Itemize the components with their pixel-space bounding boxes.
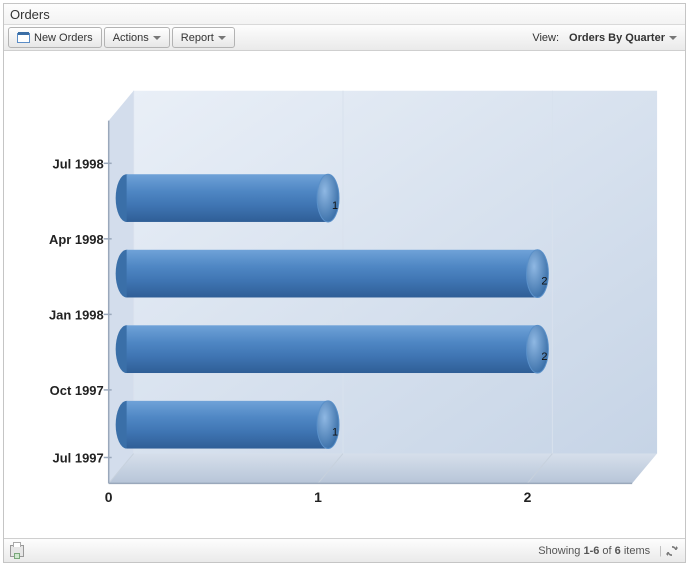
svg-text:1: 1	[332, 200, 338, 212]
new-orders-label: New Orders	[34, 32, 93, 44]
chart-area: Jul 1998 Apr 1998 Jan 1998 Oct 1997 Jul …	[4, 51, 685, 538]
svg-text:0: 0	[105, 489, 113, 505]
view-selected-label: Orders By Quarter	[569, 32, 665, 44]
actions-button[interactable]: Actions	[104, 27, 170, 48]
svg-text:Jul 1997: Jul 1997	[53, 450, 104, 465]
refresh-icon[interactable]	[665, 544, 679, 558]
bar-oct-1997: 1	[116, 401, 339, 449]
svg-text:1: 1	[332, 427, 338, 439]
chevron-down-icon	[218, 36, 226, 40]
printer-icon[interactable]	[10, 545, 24, 557]
svg-text:2: 2	[524, 489, 532, 505]
view-label: View:	[532, 32, 559, 44]
plot-floor	[109, 454, 657, 484]
bar-apr-1998: 2	[116, 250, 549, 298]
chevron-down-icon	[153, 36, 161, 40]
report-button[interactable]: Report	[172, 27, 235, 48]
new-record-icon	[17, 33, 30, 43]
actions-label: Actions	[113, 32, 149, 44]
svg-text:Jan 1998: Jan 1998	[49, 307, 104, 322]
y-tick-labels: Jul 1998 Apr 1998 Jan 1998 Oct 1997 Jul …	[49, 156, 104, 465]
svg-text:2: 2	[541, 276, 547, 288]
view-selector[interactable]: Orders By Quarter	[565, 32, 681, 44]
panel-title: Orders	[4, 4, 685, 24]
svg-text:Apr 1998: Apr 1998	[49, 232, 104, 247]
new-orders-button[interactable]: New Orders	[8, 27, 102, 48]
separator: |	[659, 545, 662, 557]
bar-jul-1998: 1	[116, 174, 339, 222]
svg-text:Jul 1998: Jul 1998	[53, 156, 104, 171]
bar-jan-1998: 2	[116, 325, 549, 373]
orders-bar-chart: Jul 1998 Apr 1998 Jan 1998 Oct 1997 Jul …	[4, 51, 685, 538]
svg-text:Oct 1997: Oct 1997	[50, 383, 104, 398]
toolbar: New Orders Actions Report View: Orders B…	[4, 24, 685, 51]
svg-text:2: 2	[541, 351, 547, 363]
footer-summary: Showing 1-6 of 6 items	[538, 545, 650, 557]
orders-panel: Orders New Orders Actions Report View: O…	[3, 3, 686, 563]
x-tick-labels: 0 1 2	[105, 489, 532, 505]
svg-text:1: 1	[314, 489, 322, 505]
footer: Showing 1-6 of 6 items |	[4, 538, 685, 562]
report-label: Report	[181, 32, 214, 44]
chevron-down-icon	[669, 36, 677, 40]
